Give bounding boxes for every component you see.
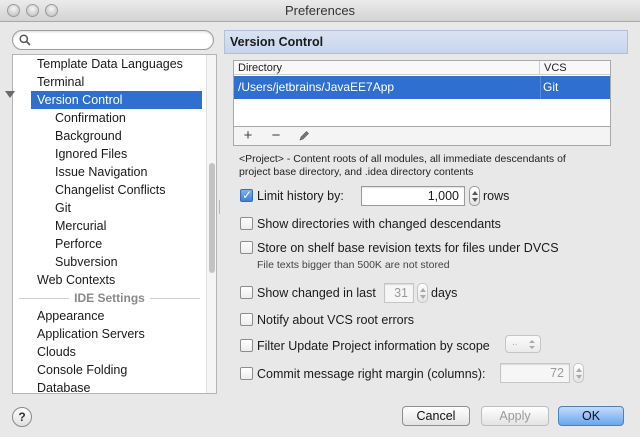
splitter-handle[interactable]: [218, 200, 221, 214]
commit-margin-stepper[interactable]: [573, 363, 584, 383]
tree-item-changelist-conflicts[interactable]: Changelist Conflicts: [13, 181, 206, 199]
panel-header: Version Control: [224, 30, 628, 54]
tree-group-ide-settings: IDE Settings: [13, 289, 206, 307]
table-row[interactable]: /Users/jetbrains/JavaEE7App Git: [234, 76, 610, 99]
commit-margin-label: Commit message right margin (columns):: [257, 367, 486, 381]
show-dirs-checkbox[interactable]: [240, 217, 253, 230]
tree-item-console-folding[interactable]: Console Folding: [13, 361, 206, 379]
show-changed-label: Show changed in last: [257, 286, 376, 300]
store-shelf-label: Store on shelf base revision texts for f…: [257, 241, 559, 255]
settings-search[interactable]: [12, 30, 214, 50]
title-bar: Preferences: [0, 0, 640, 22]
tree-item-mercurial[interactable]: Mercurial: [13, 217, 206, 235]
show-changed-checkbox[interactable]: [240, 286, 253, 299]
table-cell-vcs: Git: [543, 80, 559, 94]
panel-title: Version Control: [230, 35, 324, 49]
add-mapping-button[interactable]: +: [234, 127, 262, 145]
tree-item-clouds[interactable]: Clouds: [13, 343, 206, 361]
store-shelf-checkbox[interactable]: [240, 241, 253, 254]
cancel-button[interactable]: Cancel: [402, 406, 470, 426]
tree-item-template-data-languages[interactable]: Template Data Languages: [13, 55, 206, 73]
store-shelf-hint: File texts bigger than 500K are not stor…: [257, 259, 450, 271]
remove-mapping-button[interactable]: −: [262, 127, 290, 145]
commit-margin-checkbox[interactable]: [240, 367, 253, 380]
notify-root-checkbox[interactable]: [240, 313, 253, 326]
window-title: Preferences: [284, 3, 356, 18]
limit-history-unit: rows: [483, 189, 510, 203]
ok-button[interactable]: OK: [558, 406, 624, 426]
tree-item-database[interactable]: Database: [13, 379, 206, 393]
table-toolbar: + −: [233, 126, 611, 146]
filter-update-checkbox[interactable]: [240, 339, 253, 352]
project-roots-note: <Project> - Content roots of all modules…: [239, 153, 566, 178]
scope-combo[interactable]: ..: [505, 335, 541, 353]
search-input[interactable]: [35, 32, 205, 48]
tree-item-appearance[interactable]: Appearance: [13, 307, 206, 325]
tree-item-terminal[interactable]: Terminal: [13, 73, 206, 91]
edit-mapping-button[interactable]: [290, 127, 318, 145]
tree-scrollbar-thumb[interactable]: [209, 163, 215, 273]
tree-item-application-servers[interactable]: Application Servers: [13, 325, 206, 343]
tree-item-perforce[interactable]: Perforce: [13, 235, 206, 253]
tree-item-subversion[interactable]: Subversion: [13, 253, 206, 271]
limit-history-input[interactable]: 1,000: [361, 186, 465, 206]
tree-item-version-control[interactable]: Version Control: [31, 91, 202, 109]
tree-item-background[interactable]: Background: [13, 127, 206, 145]
column-header-vcs[interactable]: VCS: [540, 61, 610, 75]
limit-history-checkbox[interactable]: [240, 187, 253, 203]
disclosure-triangle-icon[interactable]: [5, 91, 15, 98]
table-cell-directory: /Users/jetbrains/JavaEE7App: [238, 80, 395, 94]
show-changed-unit: days: [431, 286, 458, 300]
notify-root-label: Notify about VCS root errors: [257, 313, 415, 327]
filter-update-label: Filter Update Project information by sco…: [257, 339, 490, 353]
column-header-directory[interactable]: Directory: [234, 61, 540, 75]
show-dirs-label: Show directories with changed descendant…: [257, 217, 501, 231]
apply-button[interactable]: Apply: [481, 406, 549, 426]
tree-item-ignored-files[interactable]: Ignored Files: [13, 145, 206, 163]
limit-history-label: Limit history by:: [257, 189, 344, 203]
commit-margin-input[interactable]: 72: [500, 363, 570, 383]
settings-tree: Template Data Languages Terminal Version…: [12, 54, 217, 394]
pencil-icon: [299, 131, 309, 141]
help-button[interactable]: ?: [12, 407, 32, 427]
tree-item-web-contexts[interactable]: Web Contexts: [13, 271, 206, 289]
tree-item-confirmation[interactable]: Confirmation: [13, 109, 206, 127]
show-changed-stepper[interactable]: [417, 283, 428, 303]
tree-item-git[interactable]: Git: [13, 199, 206, 217]
preferences-window: Preferences Template Data Languages Term…: [0, 0, 640, 437]
tree-scrollbar[interactable]: [206, 55, 216, 393]
show-changed-days-input[interactable]: 31: [384, 283, 414, 303]
limit-history-stepper[interactable]: [469, 186, 480, 206]
tree-item-issue-navigation[interactable]: Issue Navigation: [13, 163, 206, 181]
search-icon: [19, 34, 31, 46]
